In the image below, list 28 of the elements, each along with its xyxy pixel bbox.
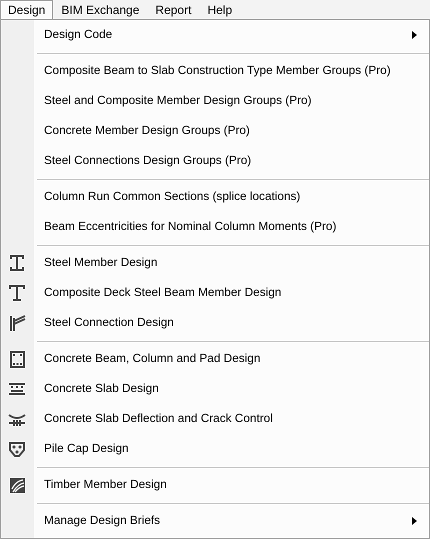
menu-item[interactable]: Concrete Slab Deflection and Crack Control xyxy=(1,404,429,434)
i-beam-icon xyxy=(7,253,27,273)
connection-icon xyxy=(7,313,27,333)
menu-item[interactable]: Design Code xyxy=(1,20,429,50)
timber-grain-icon xyxy=(7,475,27,495)
menu-item[interactable]: Manage Design Briefs xyxy=(1,506,429,536)
menu-item[interactable]: Steel Member Design xyxy=(1,248,429,278)
menu-item[interactable]: Concrete Beam, Column and Pad Design xyxy=(1,344,429,374)
menu-item[interactable]: Steel Connections Design Groups (Pro) xyxy=(1,146,429,176)
menu-item[interactable]: Concrete Member Design Groups (Pro) xyxy=(1,116,429,146)
pile-cap-icon xyxy=(7,439,27,459)
menu-item[interactable]: Timber Member Design xyxy=(1,470,429,500)
menu-bar-item[interactable]: Report xyxy=(147,0,200,19)
menu-bar-item[interactable]: BIM Exchange xyxy=(53,0,148,19)
menu-item[interactable]: Composite Deck Steel Beam Member Design xyxy=(1,278,429,308)
menu-item[interactable]: Pile Cap Design xyxy=(1,434,429,464)
menu-item[interactable]: Steel Connection Design xyxy=(1,308,429,338)
submenu-arrow-icon xyxy=(412,31,417,39)
menu-item[interactable]: Column Run Common Sections (splice locations) xyxy=(1,182,429,212)
menu-bar-item[interactable]: Help xyxy=(199,0,240,19)
menu-bar-item[interactable]: Design xyxy=(0,0,54,19)
t-beam-icon xyxy=(7,283,27,303)
menu-item[interactable]: Composite Beam to Slab Construction Type Member Groups (Pro) xyxy=(1,56,429,86)
submenu-arrow-icon xyxy=(412,517,417,525)
column-section-icon xyxy=(7,349,27,369)
menu-item[interactable]: Beam Eccentricities for Nominal Column Moments (Pro) xyxy=(1,212,429,242)
menu-item[interactable]: Concrete Slab Design xyxy=(1,374,429,404)
menu-item[interactable]: Steel and Composite Member Design Groups (Pro) xyxy=(1,86,429,116)
